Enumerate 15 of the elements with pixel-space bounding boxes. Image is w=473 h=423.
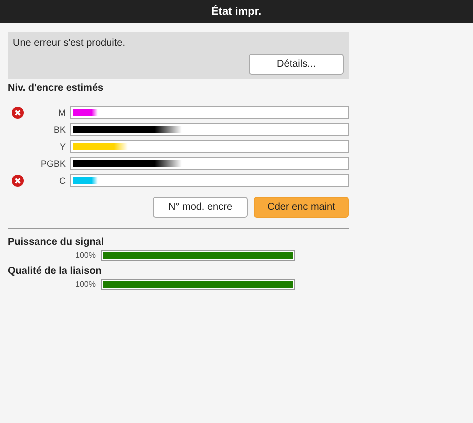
- meter-reading: 100%: [74, 280, 96, 289]
- meter-title: Puissance du signal: [8, 237, 106, 248]
- ink-label: PGBK: [40, 158, 66, 168]
- ink-label: M: [58, 108, 66, 118]
- ink-label: BK: [52, 124, 66, 134]
- window-title: État impr.: [211, 6, 262, 18]
- meter-reading: 100%: [74, 251, 96, 260]
- section-title: Niv. d'encre estimés: [8, 83, 105, 94]
- details-button[interactable]: Détails...: [249, 54, 344, 75]
- error-message: Une erreur s'est produite.: [13, 38, 127, 49]
- ink-label: Y: [58, 142, 66, 152]
- ink-label: C: [58, 176, 66, 186]
- ink-model-button[interactable]: N° mod. encre: [153, 197, 248, 218]
- meter-title: Qualité de la liaison: [8, 266, 103, 277]
- order-ink-button[interactable]: Cder enc maint: [254, 197, 349, 218]
